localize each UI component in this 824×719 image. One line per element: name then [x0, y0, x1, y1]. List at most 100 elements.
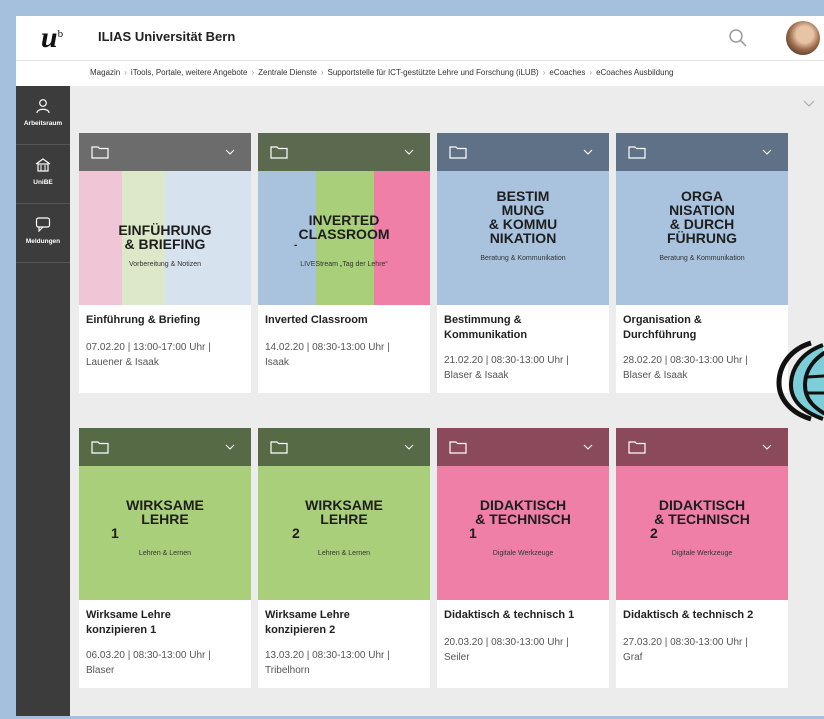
- tile-meta-line: 06.03.20 | 08:30-13:00 Uhr |: [86, 650, 211, 661]
- tile-image[interactable]: EINFÜHRUNG & BRIEFING Vorbereitung & Notiz…: [79, 171, 251, 305]
- tile-header: [437, 428, 609, 466]
- tile-header: [79, 133, 251, 171]
- tile-title-line: konzipieren 1: [86, 624, 157, 636]
- breadcrumb-link[interactable]: Supportstelle für ICT-gestützte Lehre un…: [327, 68, 538, 77]
- tile-image-title-line: DIDAKTISCH: [658, 497, 746, 513]
- folder-icon: [270, 146, 288, 159]
- sidebar-item-unibe[interactable]: UniBE: [16, 145, 70, 204]
- tile-title-line: Bestimmung &: [444, 314, 522, 326]
- course-tile[interactable]: ORGA NISATION & DURCH FÜHRUNG Beratung & Kom…: [616, 133, 788, 393]
- folder-icon: [449, 441, 467, 454]
- tile-image-title-line: & TECHNISCH: [475, 511, 571, 527]
- tile-meta: 13.03.20 | 08:30-13:00 Uhr | Tribelhorn: [265, 648, 427, 678]
- tile-image[interactable]: WIRKSAME LEHRE 2 Lehren & Lernen: [258, 466, 430, 600]
- search-icon[interactable]: [728, 28, 748, 48]
- tile-meta-line: 28.02.20 | 08:30-13:00 Uhr |: [623, 355, 748, 366]
- university-logo[interactable]: ub: [16, 16, 88, 60]
- chevron-down-icon[interactable]: [762, 444, 772, 450]
- course-tile[interactable]: EINFÜHRUNG & BRIEFING Vorbereitung & Notiz…: [79, 133, 251, 393]
- tile-image-title-line: & DURCH: [669, 216, 735, 232]
- tile-image-title-line: FÜHRUNG: [667, 230, 737, 246]
- top-bar: ub ILIAS Universität Bern: [16, 16, 824, 61]
- tile-image-title-line: NIKATION: [489, 230, 557, 246]
- course-tile[interactable]: INVERTED CLASSROOM - LIVEStream „Tag der Le…: [258, 133, 430, 393]
- chevron-down-icon[interactable]: [803, 100, 815, 108]
- tile-image[interactable]: WIRKSAME LEHRE 1 Lehren & Lernen: [79, 466, 251, 600]
- tile-meta-line: Blaser: [86, 665, 115, 676]
- chevron-down-icon[interactable]: [225, 149, 235, 155]
- chevron-down-icon[interactable]: [404, 149, 414, 155]
- tile-image-title: DIDAKTISCH & TECHNISCH 2: [616, 498, 788, 540]
- breadcrumb-link[interactable]: eCoaches Ausbildung: [596, 68, 673, 77]
- tile-image-title: WIRKSAME LEHRE 2: [258, 498, 430, 540]
- tile-image-title: EINFÜHRUNG & BRIEFING: [79, 223, 251, 251]
- tile-image-subtitle: Lehren & Lernen: [138, 550, 192, 557]
- sidebar: Arbeitsraum UniBE Meldungen: [16, 86, 70, 716]
- chevron-down-icon[interactable]: [583, 444, 593, 450]
- tile-image-title-line: 1: [111, 525, 119, 541]
- folder-icon: [270, 441, 288, 454]
- tile-header: [616, 428, 788, 466]
- tile-image-subtitle: Beratung & Kommunikation: [480, 255, 566, 262]
- tile-image-title-line: EINFÜHRUNG: [118, 222, 212, 238]
- folder-icon: [91, 441, 109, 454]
- course-tile[interactable]: WIRKSAME LEHRE 2 Lehren & Lernen Wirksame Le…: [258, 428, 430, 688]
- tile-meta: 27.03.20 | 08:30-13:00 Uhr | Graf: [623, 635, 785, 665]
- tile-title-line: Einführung & Briefing: [86, 314, 201, 326]
- app-title[interactable]: ILIAS Universität Bern: [98, 29, 235, 44]
- tile-title[interactable]: Inverted Classroom: [265, 313, 427, 328]
- tile-meta-line: Tribelhorn: [265, 665, 310, 676]
- tile-title[interactable]: Bestimmung & Kommunikation: [444, 313, 606, 343]
- tile-image-title-line: & TECHNISCH: [654, 511, 750, 527]
- tile-title[interactable]: Wirksame Lehre konzipieren 2: [265, 608, 427, 638]
- tile-image-subtitle: Digitale Werkzeuge: [492, 550, 554, 557]
- tile-image[interactable]: INVERTED CLASSROOM - LIVEStream „Tag der Le…: [258, 171, 430, 305]
- tile-meta: 21.02.20 | 08:30-13:00 Uhr | Blaser & Isa…: [444, 353, 606, 383]
- tile-meta: 28.02.20 | 08:30-13:00 Uhr | Blaser & Isa…: [623, 353, 785, 383]
- tile-image-subtitle: Beratung & Kommunikation: [659, 255, 745, 262]
- tile-meta-line: Lauener & Isaak: [86, 357, 159, 368]
- chevron-down-icon[interactable]: [404, 444, 414, 450]
- breadcrumb-separator-icon: ›: [542, 68, 546, 77]
- chevron-down-icon[interactable]: [583, 149, 593, 155]
- tile-image-title-line: 2: [292, 525, 300, 541]
- tile-image-title: ORGA NISATION & DURCH FÜHRUNG: [616, 189, 788, 245]
- tile-image-title-line: NISATION: [669, 202, 735, 218]
- breadcrumb-link[interactable]: Zentrale Dienste: [258, 68, 317, 77]
- tile-title-line: Didaktisch & technisch 2: [623, 609, 754, 621]
- course-tile[interactable]: DIDAKTISCH & TECHNISCH 2 Digitale Werkzeuge…: [616, 428, 788, 688]
- chevron-down-icon[interactable]: [762, 149, 772, 155]
- breadcrumb-link[interactable]: eCoaches: [549, 68, 585, 77]
- tile-header: [79, 428, 251, 466]
- tile-meta-line: Blaser & Isaak: [444, 370, 509, 381]
- tile-image-title-line: DIDAKTISCH: [479, 497, 567, 513]
- breadcrumb-link[interactable]: iTools, Portale, weitere Angebote: [131, 68, 248, 77]
- breadcrumb-link[interactable]: Magazin: [90, 68, 120, 77]
- folder-icon: [91, 146, 109, 159]
- tile-meta-line: Seiler: [444, 652, 470, 663]
- tile-image-title: DIDAKTISCH & TECHNISCH 1: [437, 498, 609, 540]
- tile-image-title-line: WIRKSAME: [126, 497, 204, 513]
- tile-title[interactable]: Didaktisch & technisch 2: [623, 608, 785, 623]
- tile-image[interactable]: ORGA NISATION & DURCH FÜHRUNG Beratung & Kom…: [616, 171, 788, 305]
- sidebar-item-arbeitsraum[interactable]: Arbeitsraum: [16, 86, 70, 145]
- tile-title-line: Organisation &: [623, 314, 702, 326]
- tile-title[interactable]: Didaktisch & technisch 1: [444, 608, 606, 623]
- chat-icon: [35, 217, 51, 232]
- sidebar-item-label: Meldungen: [25, 238, 61, 245]
- user-avatar[interactable]: [786, 21, 820, 55]
- tile-image-title-line: MUNG: [501, 202, 545, 218]
- sidebar-item-meldungen[interactable]: Meldungen: [16, 204, 70, 263]
- tile-title[interactable]: Einführung & Briefing: [86, 313, 248, 328]
- course-tile[interactable]: DIDAKTISCH & TECHNISCH 1 Digitale Werkzeuge…: [437, 428, 609, 688]
- chevron-down-icon[interactable]: [225, 444, 235, 450]
- tile-title[interactable]: Organisation & Durchführung: [623, 313, 785, 343]
- tile-image[interactable]: DIDAKTISCH & TECHNISCH 1 Digitale Werkzeuge: [437, 466, 609, 600]
- tile-image-title-line: LEHRE: [320, 511, 368, 527]
- breadcrumb-separator-icon: ›: [124, 68, 127, 77]
- tile-image[interactable]: BESTIM MUNG & KOMMU NIKATION Beratung & Komm…: [437, 171, 609, 305]
- course-tile[interactable]: BESTIM MUNG & KOMMU NIKATION Beratung & Komm…: [437, 133, 609, 393]
- tile-image[interactable]: DIDAKTISCH & TECHNISCH 2 Digitale Werkzeuge: [616, 466, 788, 600]
- course-tile[interactable]: WIRKSAME LEHRE 1 Lehren & Lernen Wirksame Le…: [79, 428, 251, 688]
- tile-title[interactable]: Wirksame Lehre konzipieren 1: [86, 608, 248, 638]
